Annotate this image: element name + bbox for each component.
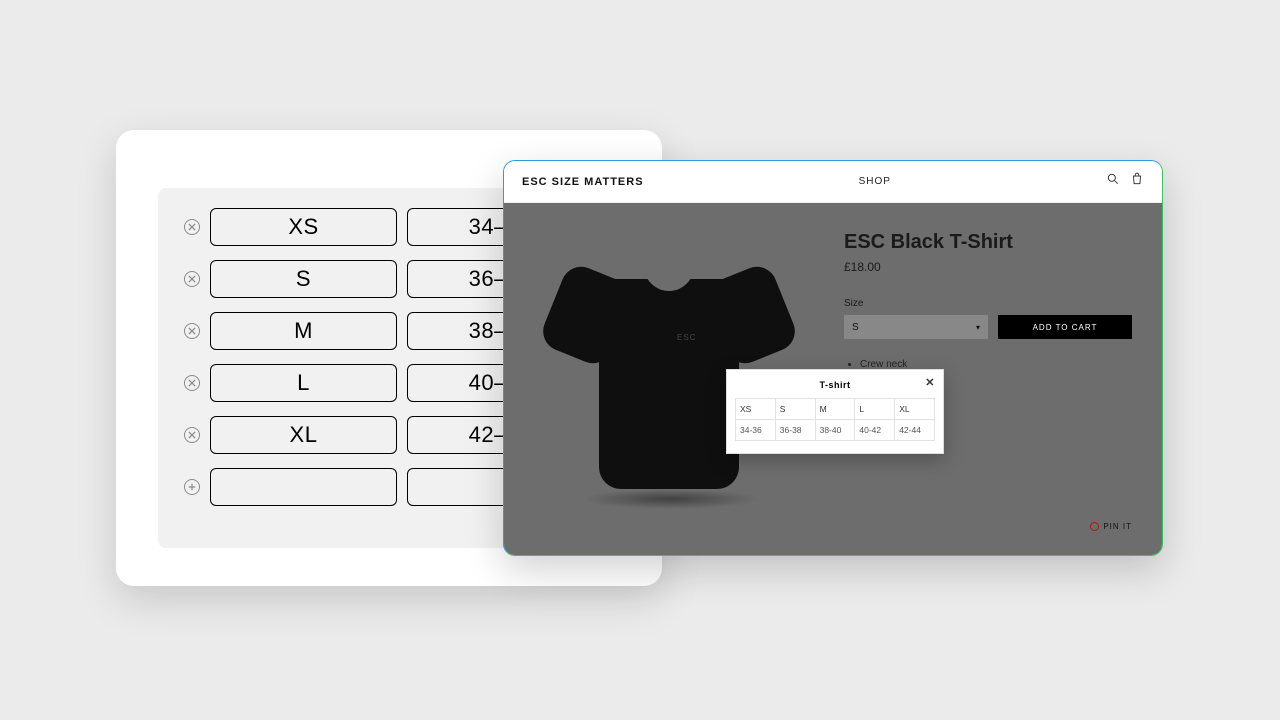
size-cell[interactable]: XS bbox=[210, 208, 397, 246]
size-chart-table: XS S M L XL 34-36 36-38 38-40 40-42 42-4… bbox=[735, 398, 935, 441]
size-cell[interactable]: XL bbox=[210, 416, 397, 454]
size-chart-title: T-shirt bbox=[819, 380, 850, 390]
size-chart-header: L bbox=[855, 399, 895, 420]
pin-it-label: PIN IT bbox=[1103, 522, 1132, 531]
pinterest-icon bbox=[1090, 522, 1099, 531]
remove-row-icon[interactable] bbox=[184, 323, 200, 339]
store-nav-link[interactable]: SHOP bbox=[644, 176, 1106, 187]
size-chart-header: XL bbox=[895, 399, 935, 420]
size-select[interactable]: S ▾ bbox=[844, 315, 988, 339]
table-row: 34-36 36-38 38-40 40-42 42-44 bbox=[736, 420, 935, 441]
store-body: ESC ESC Black T-Shirt £18.00 Size S ▾ AD… bbox=[504, 203, 1162, 555]
size-chart-header: XS bbox=[736, 399, 776, 420]
cart-icon[interactable] bbox=[1130, 172, 1144, 191]
size-select-value: S bbox=[852, 322, 859, 333]
add-row-icon[interactable] bbox=[184, 479, 200, 495]
search-icon[interactable] bbox=[1106, 172, 1120, 191]
size-cell[interactable]: M bbox=[210, 312, 397, 350]
size-chart-header: S bbox=[775, 399, 815, 420]
size-chart-header: M bbox=[815, 399, 855, 420]
product-title: ESC Black T-Shirt bbox=[844, 231, 1132, 254]
size-label: Size bbox=[844, 298, 1132, 309]
add-to-cart-button[interactable]: ADD TO CART bbox=[998, 315, 1132, 339]
size-chart-cell: 42-44 bbox=[895, 420, 935, 441]
remove-row-icon[interactable] bbox=[184, 375, 200, 391]
product-price: £18.00 bbox=[844, 260, 1132, 274]
close-icon[interactable]: ✕ bbox=[925, 376, 935, 389]
remove-row-icon[interactable] bbox=[184, 427, 200, 443]
storefront-preview: ESC SIZE MATTERS SHOP ESC ESC Black T-Sh… bbox=[503, 160, 1163, 556]
size-chart-cell: 40-42 bbox=[855, 420, 895, 441]
size-chart-cell: 36-38 bbox=[775, 420, 815, 441]
chevron-down-icon: ▾ bbox=[976, 323, 980, 332]
size-chart-cell: 34-36 bbox=[736, 420, 776, 441]
remove-row-icon[interactable] bbox=[184, 271, 200, 287]
store-header: ESC SIZE MATTERS SHOP bbox=[504, 161, 1162, 203]
size-cell[interactable] bbox=[210, 468, 397, 506]
size-chart-cell: 38-40 bbox=[815, 420, 855, 441]
tshirt-logo: ESC bbox=[677, 333, 696, 342]
pin-it-button[interactable]: PIN IT bbox=[1090, 522, 1132, 531]
size-chart-popup: T-shirt ✕ XS S M L XL 34-36 36-38 38-40 … bbox=[726, 369, 944, 454]
table-row: XS S M L XL bbox=[736, 399, 935, 420]
store-brand: ESC SIZE MATTERS bbox=[522, 176, 644, 188]
remove-row-icon[interactable] bbox=[184, 219, 200, 235]
size-cell[interactable]: L bbox=[210, 364, 397, 402]
size-cell[interactable]: S bbox=[210, 260, 397, 298]
